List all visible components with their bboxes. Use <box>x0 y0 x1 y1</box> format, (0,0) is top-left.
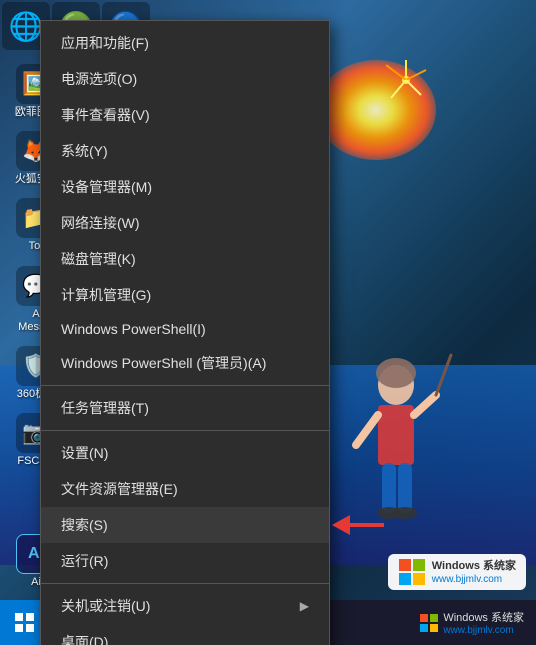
menu-search[interactable]: 搜索(S) <box>41 507 329 543</box>
menu-powershell[interactable]: Windows PowerShell(I) <box>41 313 329 345</box>
taskbar-windows-icon <box>419 613 439 633</box>
menu-computer-management[interactable]: 计算机管理(G) <box>41 277 329 313</box>
anime-character <box>336 345 456 525</box>
windows-start-icon <box>15 613 35 633</box>
separator-1 <box>41 385 329 386</box>
menu-network[interactable]: 网络连接(W) <box>41 205 329 241</box>
desktop: 🌐 🟢 🔵 🖼️ 欧菲图... 🦊 火狐安... 📁 To\ 💬 AMess..… <box>0 0 536 645</box>
separator-2 <box>41 430 329 431</box>
submenu-arrow: ▶ <box>300 599 309 613</box>
start-icon-sq-tr <box>26 613 34 621</box>
menu-disk-management[interactable]: 磁盘管理(K) <box>41 241 329 277</box>
taskbar-website-label: Windows 系统家 www.bjjmlv.com <box>443 609 524 636</box>
menu-event-viewer[interactable]: 事件查看器(V) <box>41 97 329 133</box>
sparkle-effect <box>366 50 446 130</box>
separator-3 <box>41 583 329 584</box>
context-menu: 应用和功能(F) 电源选项(O) 事件查看器(V) 系统(Y) 设备管理器(M)… <box>40 20 330 645</box>
start-icon-sq-tl <box>15 613 23 621</box>
menu-run[interactable]: 运行(R) <box>41 543 329 579</box>
start-icon-sq-br <box>26 624 34 632</box>
taskbar-right-area: Windows 系统家 www.bjjmlv.com <box>415 607 536 638</box>
website-badge: Windows 系统家 www.bjjmlv.com <box>388 554 526 590</box>
menu-power-options[interactable]: 电源选项(O) <box>41 61 329 97</box>
taskbar-right-website[interactable]: Windows 系统家 www.bjjmlv.com <box>415 607 528 638</box>
menu-settings[interactable]: 设置(N) <box>41 435 329 471</box>
red-arrow-indicator <box>332 515 384 535</box>
menu-powershell-admin[interactable]: Windows PowerShell (管理员)(A) <box>41 345 329 381</box>
website-info: Windows 系统家 www.bjjmlv.com <box>432 559 516 584</box>
menu-file-explorer[interactable]: 文件资源管理器(E) <box>41 471 329 507</box>
menu-shutdown[interactable]: 关机或注销(U) ▶ <box>41 588 329 624</box>
menu-device-manager[interactable]: 设备管理器(M) <box>41 169 329 205</box>
menu-apps-features[interactable]: 应用和功能(F) <box>41 25 329 61</box>
menu-task-manager[interactable]: 任务管理器(T) <box>41 390 329 426</box>
menu-desktop[interactable]: 桌面(D) <box>41 624 329 645</box>
menu-system[interactable]: 系统(Y) <box>41 133 329 169</box>
windows-logo-icon <box>398 558 426 586</box>
start-icon-sq-bl <box>15 624 23 632</box>
